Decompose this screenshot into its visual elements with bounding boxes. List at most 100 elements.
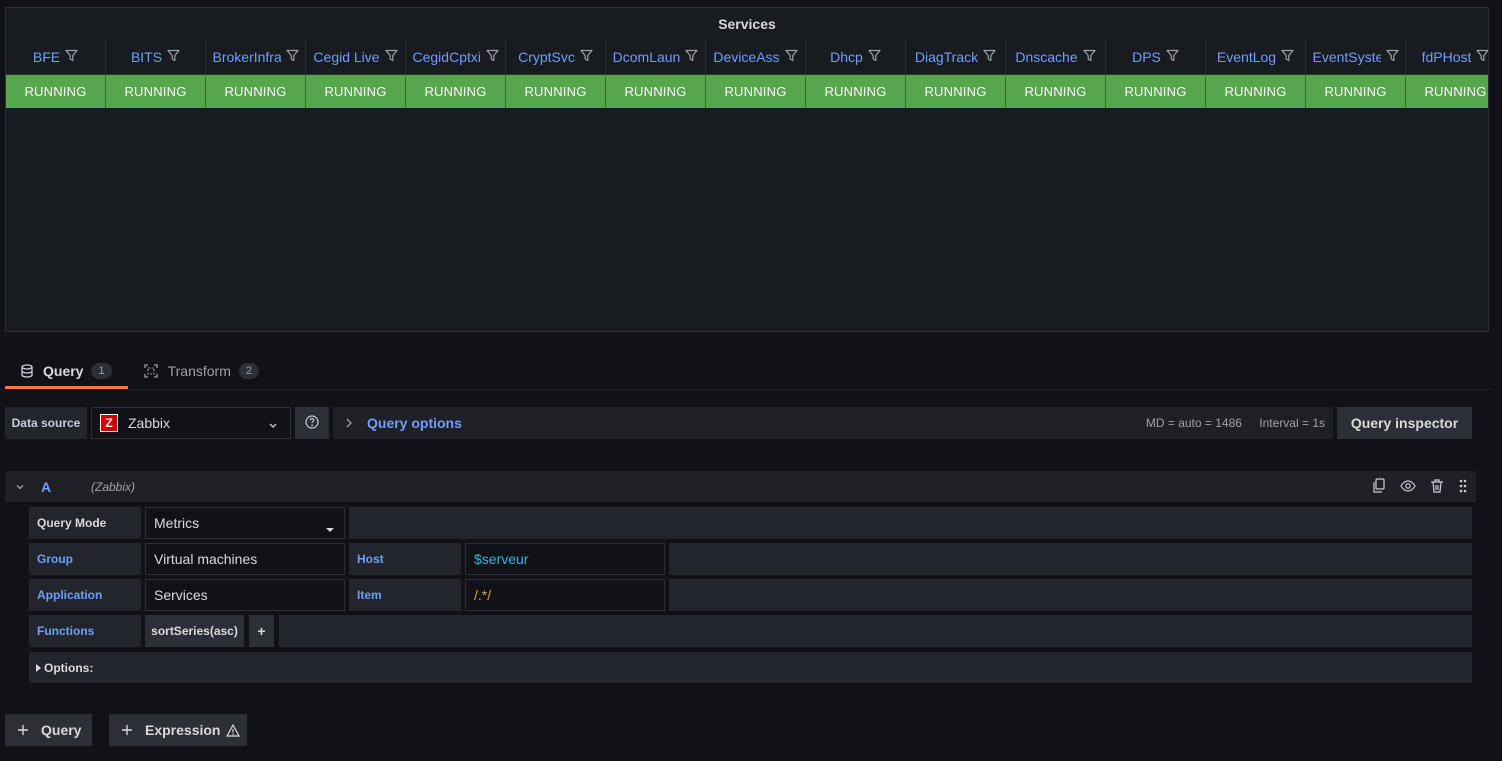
filter-icon[interactable]	[285, 49, 299, 65]
status-cell: RUNNING	[1106, 75, 1206, 108]
column-header[interactable]: EventSyste	[1306, 40, 1406, 74]
status-cell: RUNNING	[306, 75, 406, 108]
application-item-row: Application Services Item /.*/	[29, 579, 1472, 611]
column-header[interactable]: DPS	[1106, 40, 1206, 74]
column-header[interactable]: fdPHost	[1406, 40, 1488, 74]
query-inspector-button[interactable]: Query inspector	[1337, 407, 1472, 439]
column-header-label: Dhcp	[830, 49, 863, 65]
column-header[interactable]: EventLog	[1206, 40, 1306, 74]
database-icon	[21, 363, 33, 378]
collapse-chevron-icon[interactable]	[15, 482, 25, 492]
filter-icon[interactable]	[868, 49, 881, 65]
status-cell: RUNNING	[106, 75, 206, 108]
tab-query[interactable]: Query 1	[5, 355, 128, 389]
datasource-select[interactable]: Z Zabbix	[91, 407, 291, 439]
application-label: Application	[29, 579, 141, 611]
editor-tabs: Query 1 Transform 2	[5, 355, 275, 389]
query-options-label: Query options	[367, 415, 462, 431]
services-panel: Services BFE BITS BrokerInfra Cegid Live Ceg…	[5, 7, 1489, 332]
caret-right-icon	[36, 663, 41, 672]
column-header[interactable]: BrokerInfra	[206, 40, 306, 74]
query-actions	[1372, 478, 1468, 497]
group-label: Group	[29, 543, 141, 575]
filter-icon[interactable]	[1083, 49, 1096, 65]
column-header[interactable]: CegidCptxi	[406, 40, 506, 74]
query-ref-id[interactable]: A	[41, 479, 75, 495]
plus-icon	[17, 724, 29, 736]
filter-icon[interactable]	[1281, 49, 1294, 65]
column-header-label: EventSyste	[1312, 49, 1381, 65]
filter-icon[interactable]	[485, 49, 499, 65]
options-toggle[interactable]: Options:	[29, 652, 1472, 683]
filter-icon[interactable]	[167, 49, 180, 65]
table-row: RUNNING RUNNING RUNNING RUNNING RUNNING RUNNI…	[6, 75, 1488, 108]
add-query-button[interactable]: Query	[5, 714, 92, 746]
status-cell: RUNNING	[1306, 75, 1406, 108]
column-header[interactable]: Dnscache	[1006, 40, 1106, 74]
column-header[interactable]: BITS	[106, 40, 206, 74]
drag-handle-icon[interactable]	[1458, 478, 1468, 497]
host-input[interactable]: $serveur	[465, 543, 665, 575]
group-input[interactable]: Virtual machines	[145, 543, 345, 575]
chevron-down-icon	[268, 417, 278, 433]
group-host-row: Group Virtual machines Host $serveur	[29, 543, 1472, 575]
query-mode-select[interactable]: Metrics	[145, 507, 345, 539]
help-button[interactable]	[295, 407, 329, 439]
status-cell: RUNNING	[6, 75, 106, 108]
add-expression-button[interactable]: Expression	[109, 714, 247, 746]
duplicate-query-icon[interactable]	[1372, 478, 1386, 497]
column-header[interactable]: CryptSvc	[506, 40, 606, 74]
column-header[interactable]: Cegid Live	[306, 40, 406, 74]
status-cell: RUNNING	[906, 75, 1006, 108]
panel-title[interactable]: Services	[6, 8, 1488, 40]
filter-icon[interactable]	[1476, 49, 1488, 65]
filter-icon[interactable]	[1166, 49, 1179, 65]
row-filler	[669, 579, 1472, 611]
column-header[interactable]: BFE	[6, 40, 106, 74]
column-header-label: BFE	[32, 49, 61, 65]
column-header-label: DiagTrack	[914, 49, 979, 65]
status-cell: RUNNING	[206, 75, 306, 108]
column-header-label: fdPHost	[1421, 49, 1472, 65]
column-header-label: CegidCptxi	[412, 49, 481, 65]
eye-icon[interactable]	[1400, 478, 1416, 497]
trash-icon[interactable]	[1430, 478, 1444, 497]
functions-row: Functions sortSeries(asc) +	[29, 615, 1472, 647]
item-input[interactable]: /.*/	[465, 579, 665, 611]
filter-icon[interactable]	[784, 49, 798, 65]
max-data-points: MD = auto = 1486	[1145, 416, 1242, 430]
row-filler	[279, 615, 1472, 647]
add-expression-label: Expression	[145, 722, 221, 738]
application-input[interactable]: Services	[145, 579, 345, 611]
filter-icon[interactable]	[685, 49, 698, 65]
query-mode-value: Metrics	[154, 515, 200, 531]
row-filler	[349, 507, 1472, 539]
filter-icon[interactable]	[1385, 49, 1399, 65]
status-cell: RUNNING	[606, 75, 706, 108]
filter-icon[interactable]	[384, 49, 398, 65]
add-function-button[interactable]: +	[249, 615, 274, 647]
query-datasource-name: (Zabbix)	[91, 479, 136, 494]
datasource-label: Data source	[5, 407, 87, 439]
column-header[interactable]: DcomLaun	[606, 40, 706, 74]
options-label: Options:	[44, 660, 94, 675]
chevron-right-icon	[345, 418, 353, 428]
filter-icon[interactable]	[65, 49, 78, 65]
status-cell: RUNNING	[1206, 75, 1306, 108]
column-header[interactable]: Dhcp	[806, 40, 906, 74]
function-chip[interactable]: sortSeries(asc)	[145, 615, 244, 647]
filter-icon[interactable]	[580, 49, 593, 65]
column-header[interactable]: DiagTrack	[906, 40, 1006, 74]
datasource-row: Data source Z Zabbix Query options MD = …	[5, 407, 1472, 439]
column-header-label: DcomLaun	[612, 49, 681, 65]
filter-icon[interactable]	[983, 49, 996, 65]
plus-icon	[121, 724, 133, 736]
column-header[interactable]: DeviceAss	[706, 40, 806, 74]
column-header-label: BITS	[130, 49, 163, 65]
row-filler	[669, 543, 1472, 575]
column-header-label: Dnscache	[1015, 49, 1078, 65]
tab-transform[interactable]: Transform 2	[128, 355, 275, 387]
status-cell: RUNNING	[806, 75, 906, 108]
query-options-toggle[interactable]: Query options MD = auto = 1486 Interval …	[333, 407, 1333, 439]
query-row-header: A (Zabbix)	[5, 471, 1476, 502]
